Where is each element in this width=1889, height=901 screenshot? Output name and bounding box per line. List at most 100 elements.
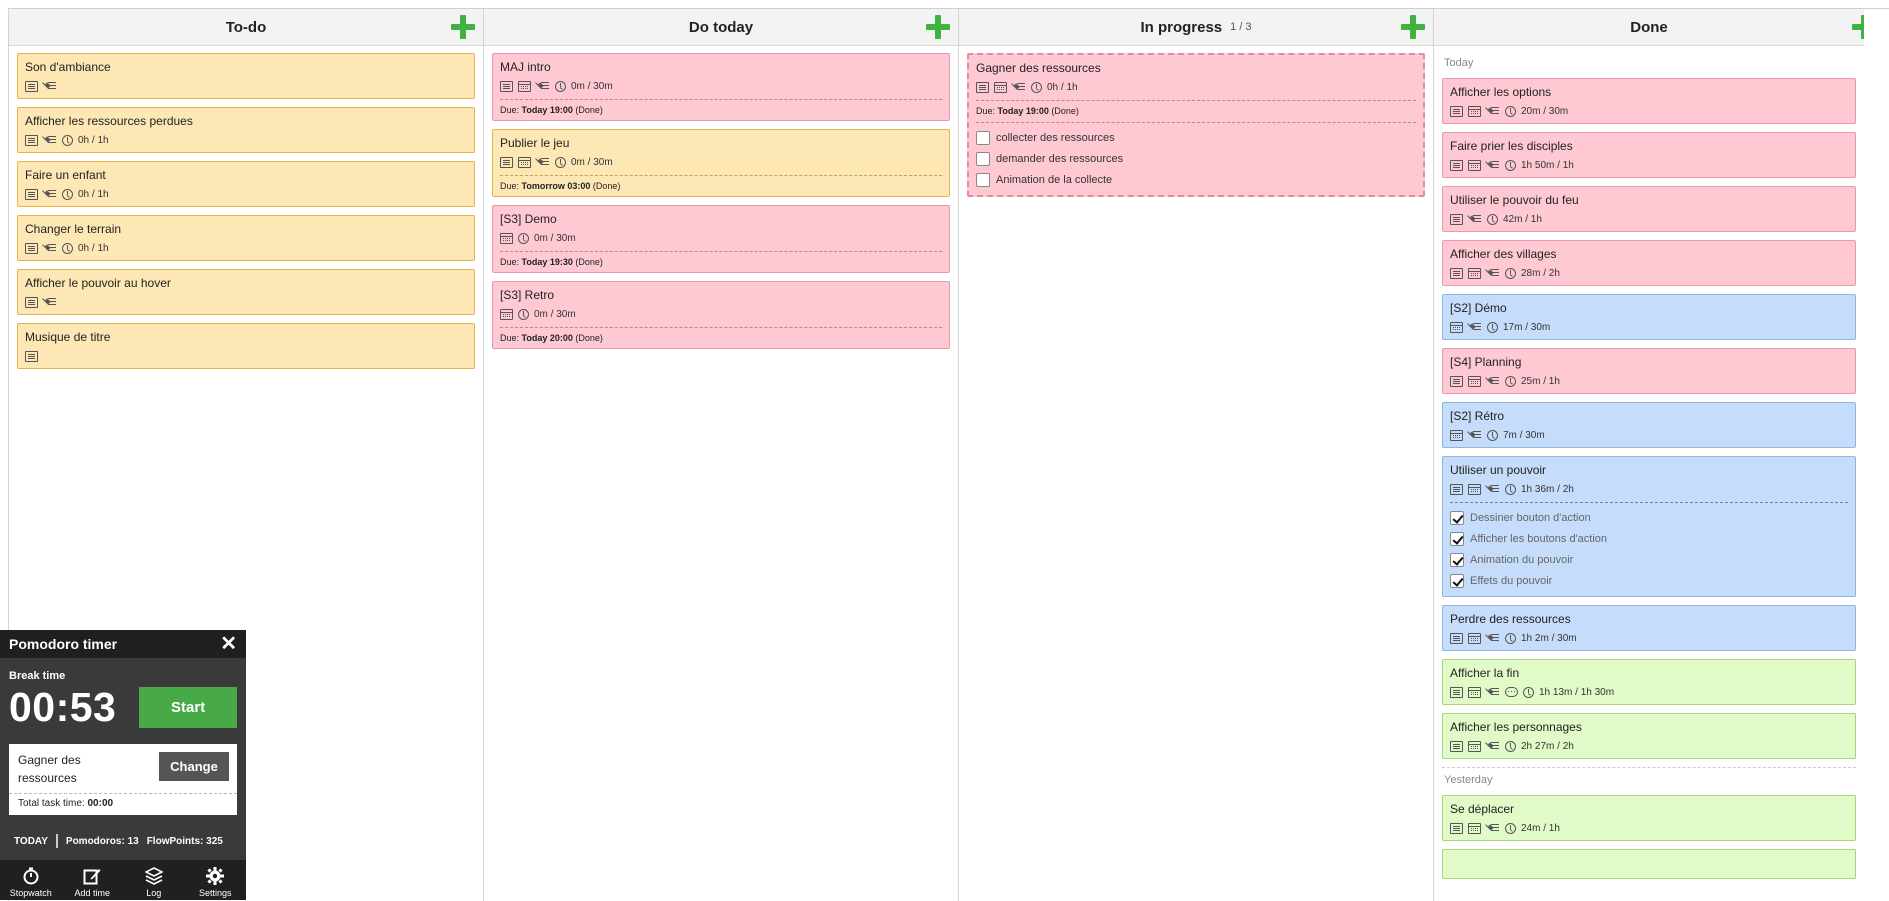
calendar-icon xyxy=(994,81,1007,93)
note-icon xyxy=(1450,213,1463,225)
checklist-icon xyxy=(1486,633,1500,644)
clock-icon xyxy=(1031,81,1042,93)
subtask-checkbox[interactable] xyxy=(1450,552,1464,567)
task-card[interactable]: Son d'ambiance xyxy=(17,53,475,99)
clock-icon xyxy=(555,80,566,92)
due-date: Due: Tomorrow 03:00 (Done) xyxy=(500,175,942,191)
column-done: Done Today Afficher les options 20m / 30… xyxy=(1433,9,1864,901)
task-card[interactable]: Faire prier les disciples 1h 50m / 1h xyxy=(1442,132,1856,178)
task-card[interactable]: Utiliser un pouvoir 1h 36m / 2h Dessiner… xyxy=(1442,456,1856,597)
nav-log[interactable]: Log xyxy=(123,860,185,900)
note-icon xyxy=(25,296,38,308)
task-card-active[interactable]: Gagner des ressources 0h / 1h Due: Today… xyxy=(967,53,1425,197)
task-title: Afficher des villages xyxy=(1450,247,1557,261)
task-card[interactable]: [S2] Rétro 7m / 30m xyxy=(1442,402,1856,448)
add-task-icon[interactable] xyxy=(451,15,475,39)
time-estimate: 1h 36m / 2h xyxy=(1521,483,1574,495)
column-title: Done xyxy=(1630,18,1668,36)
subtask-item[interactable]: Afficher les boutons d'action xyxy=(1450,528,1848,549)
task-card[interactable] xyxy=(1442,849,1856,879)
task-title: Utiliser le pouvoir du feu xyxy=(1450,193,1579,207)
clock-icon xyxy=(1523,686,1534,698)
nav-stopwatch[interactable]: Stopwatch xyxy=(0,860,62,900)
checklist-icon xyxy=(1486,268,1500,279)
close-icon[interactable]: ✕ xyxy=(220,634,237,654)
clock-icon xyxy=(518,232,529,244)
task-card[interactable]: Changer le terrain 0h / 1h xyxy=(17,215,475,261)
note-icon xyxy=(25,188,38,200)
subtask-item[interactable]: demander des ressources xyxy=(976,148,1416,169)
add-task-icon[interactable] xyxy=(1852,15,1864,39)
task-card[interactable]: [S2] Démo 17m / 30m xyxy=(1442,294,1856,340)
subtask-item[interactable]: Effets du pouvoir xyxy=(1450,570,1848,591)
subtask-checkbox[interactable] xyxy=(976,151,990,166)
time-estimate: 0m / 30m xyxy=(534,232,576,244)
task-card[interactable]: Musique de titre xyxy=(17,323,475,369)
clock-icon xyxy=(1487,213,1498,225)
start-button[interactable]: Start xyxy=(139,687,237,728)
task-card[interactable]: Afficher les personnages 2h 27m / 2h xyxy=(1442,713,1856,759)
note-icon xyxy=(1450,822,1463,834)
subtask-checkbox[interactable] xyxy=(976,130,990,145)
task-card[interactable]: Afficher les options 20m / 30m xyxy=(1442,78,1856,124)
task-title: Afficher le pouvoir au hover xyxy=(25,276,171,290)
task-card[interactable]: [S3] Retro 0m / 30m Due: Today 20:00 (Do… xyxy=(492,281,950,349)
task-card[interactable]: [S4] Planning 25m / 1h xyxy=(1442,348,1856,394)
task-title: Se déplacer xyxy=(1450,802,1515,816)
subtask-item[interactable]: collecter des ressources xyxy=(976,127,1416,148)
total-task-time: Total task time: 00:00 xyxy=(9,793,237,815)
task-title: Gagner des ressources xyxy=(976,61,1101,75)
task-card[interactable]: Publier le jeu 0m / 30m Due: Tomorrow 03… xyxy=(492,129,950,197)
task-card[interactable]: Utiliser le pouvoir du feu 42m / 1h xyxy=(1442,186,1856,232)
task-card[interactable]: [S3] Demo 0m / 30m Due: Today 19:30 (Don… xyxy=(492,205,950,273)
subtask-item[interactable]: Animation de la collecte xyxy=(976,169,1416,190)
time-estimate: 1h 50m / 1h xyxy=(1521,159,1574,171)
checklist-icon xyxy=(1486,484,1500,495)
checklist-icon xyxy=(536,157,550,168)
time-estimate: 1h 13m / 1h 30m xyxy=(1539,686,1615,698)
task-card[interactable]: Afficher le pouvoir au hover xyxy=(17,269,475,315)
task-card[interactable]: MAJ intro 0m / 30m Due: Today 19:00 (Don… xyxy=(492,53,950,121)
time-estimate: 25m / 1h xyxy=(1521,375,1560,387)
clock-icon xyxy=(62,242,73,254)
note-icon xyxy=(25,242,38,254)
column-title: In progress xyxy=(1140,18,1223,36)
calendar-icon xyxy=(1468,686,1481,698)
subtask-checkbox[interactable] xyxy=(976,172,990,187)
divider xyxy=(55,834,58,848)
time-estimate: 0h / 1h xyxy=(78,134,109,146)
task-title: Utiliser un pouvoir xyxy=(1450,463,1547,477)
wip-count: 1 / 3 xyxy=(1230,21,1252,33)
task-card[interactable]: Afficher des villages 28m / 2h xyxy=(1442,240,1856,286)
note-icon xyxy=(1450,267,1463,279)
task-card[interactable]: Afficher les ressources perdues 0h / 1h xyxy=(17,107,475,153)
nav-add-time[interactable]: Add time xyxy=(62,860,124,900)
checklist-icon xyxy=(1486,823,1500,834)
add-task-icon[interactable] xyxy=(926,15,950,39)
nav-settings[interactable]: Settings xyxy=(185,860,247,900)
timer-mode-label: Break time xyxy=(9,670,66,682)
due-date: Due: Today 19:00 (Done) xyxy=(976,100,1416,116)
task-title: [S3] Demo xyxy=(500,212,557,226)
subtask-checkbox[interactable] xyxy=(1450,531,1464,546)
add-task-icon[interactable] xyxy=(1401,15,1425,39)
subtask-item[interactable]: Dessiner bouton d'action xyxy=(1450,507,1848,528)
task-card[interactable]: Faire un enfant 0h / 1h xyxy=(17,161,475,207)
checklist-icon xyxy=(1486,376,1500,387)
note-icon xyxy=(500,156,513,168)
task-card[interactable]: Afficher la fin 1h 13m / 1h 30m xyxy=(1442,659,1856,705)
column-header: Do today xyxy=(484,9,958,46)
subtask-checkbox[interactable] xyxy=(1450,573,1464,588)
subtask-checkbox[interactable] xyxy=(1450,510,1464,525)
flowpoints-count: 325 xyxy=(206,835,223,847)
pomodoro-panel: Pomodoro timer ✕ Break time 00:53 Start … xyxy=(0,630,246,900)
subtask-item[interactable]: Animation du pouvoir xyxy=(1450,549,1848,570)
task-title: [S2] Démo xyxy=(1450,301,1507,315)
current-task-name: Gagner des ressources xyxy=(18,753,81,785)
task-card[interactable]: Se déplacer 24m / 1h xyxy=(1442,795,1856,841)
change-task-button[interactable]: Change xyxy=(159,752,229,781)
note-icon xyxy=(1450,740,1463,752)
clock-icon xyxy=(1505,159,1516,171)
layers-icon xyxy=(144,867,163,885)
task-card[interactable]: Perdre des ressources 1h 2m / 30m xyxy=(1442,605,1856,651)
